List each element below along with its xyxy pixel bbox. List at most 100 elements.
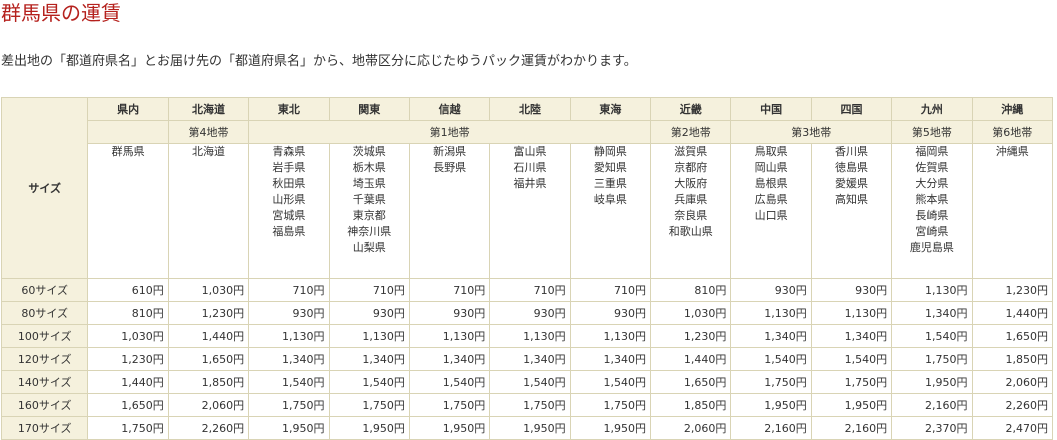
price-cell: 1,440円 bbox=[971, 301, 1054, 325]
zone-header: 第1地帯 bbox=[248, 120, 652, 144]
price-cell: 710円 bbox=[569, 278, 652, 302]
prefecture-name: 群馬県 bbox=[111, 145, 145, 158]
prefecture-name: 大阪府 bbox=[674, 177, 708, 190]
price-cell: 930円 bbox=[489, 301, 571, 325]
price-cell: 2,160円 bbox=[730, 416, 812, 440]
prefecture-name: 長崎県 bbox=[915, 209, 949, 222]
price-cell: 1,130円 bbox=[408, 324, 491, 348]
price-cell: 1,850円 bbox=[650, 393, 732, 417]
prefecture-name: 富山県 bbox=[513, 145, 547, 158]
prefecture-name: 島根県 bbox=[754, 177, 788, 190]
price-cell: 1,340円 bbox=[248, 347, 330, 371]
price-cell: 1,650円 bbox=[167, 347, 250, 371]
price-cell: 810円 bbox=[650, 278, 732, 302]
price-cell: 1,130円 bbox=[328, 324, 410, 348]
prefecture-row: 群馬県 北海道 青森県 岩手県 秋田県 山形県 宮城県 福島県 茨城県 栃木県 埼玉県 千葉県 東京都神… bbox=[2, 143, 1054, 279]
prefecture-name: 長野県 bbox=[433, 161, 467, 174]
price-cell: 1,750円 bbox=[87, 416, 169, 440]
region-header: 沖縄 bbox=[971, 97, 1054, 121]
prefecture-list: 沖縄県 bbox=[971, 143, 1054, 279]
price-cell: 1,130円 bbox=[810, 301, 893, 325]
price-cell: 1,540円 bbox=[328, 370, 410, 394]
prefecture-name: 青森県 bbox=[272, 145, 306, 158]
prefecture-name: 栃木県 bbox=[352, 161, 386, 174]
price-cell: 1,750円 bbox=[489, 393, 571, 417]
price-cell: 1,340円 bbox=[569, 347, 652, 371]
price-cell: 2,060円 bbox=[167, 393, 250, 417]
price-cell: 2,260円 bbox=[971, 393, 1054, 417]
prefecture-name: 神奈川県 bbox=[347, 225, 392, 238]
price-cell: 1,750円 bbox=[810, 370, 893, 394]
price-cell: 810円 bbox=[87, 301, 169, 325]
rate-table-header: サイズ 県内 北海道 東北 関東 信越 北陸 東海 近畿 中国 四国 九州 沖縄 第4地帯 第1地帯 第2… bbox=[0, 97, 1054, 279]
price-cell: 1,950円 bbox=[408, 416, 491, 440]
zone-header: 第5地帯 bbox=[891, 120, 973, 144]
page-title: 群馬県の運賃 bbox=[1, 1, 121, 25]
price-cell: 1,130円 bbox=[489, 324, 571, 348]
region-header: 四国 bbox=[810, 97, 893, 121]
prefecture-name: 三重県 bbox=[593, 177, 627, 190]
prefecture-list: 滋賀県 京都府 大阪府 兵庫県 奈良県 和歌山県 bbox=[650, 143, 732, 279]
price-cell: 1,230円 bbox=[87, 347, 169, 371]
price-cell: 1,030円 bbox=[650, 301, 732, 325]
prefecture-name: 秋田県 bbox=[272, 177, 306, 190]
size-row: 160サイズ 1,650円 2,060円 1,750円 1,750円 1,750円 1,75… bbox=[0, 393, 1054, 417]
prefecture-name: 香川県 bbox=[834, 145, 868, 158]
region-header: 北海道 bbox=[167, 97, 250, 121]
region-header: 中国 bbox=[730, 97, 812, 121]
prefecture-name: 福島県 bbox=[272, 225, 306, 238]
prefecture-name: 山形県 bbox=[272, 193, 306, 206]
price-cell: 1,230円 bbox=[167, 301, 250, 325]
price-cell: 1,950円 bbox=[730, 393, 812, 417]
prefecture-name: 東京都 bbox=[352, 209, 386, 222]
price-cell: 1,340円 bbox=[730, 324, 812, 348]
prefecture-name: 北海道 bbox=[191, 145, 225, 158]
prefecture-name: 宮崎県 bbox=[915, 225, 949, 238]
prefecture-list: 静岡県 愛知県 三重県 岐阜県 bbox=[569, 143, 652, 279]
prefecture-name: 京都府 bbox=[674, 161, 708, 174]
price-cell: 1,850円 bbox=[971, 347, 1054, 371]
price-cell: 1,540円 bbox=[569, 370, 652, 394]
size-row: 80サイズ 810円 1,230円 930円 930円 930円 930円 930円 1,030… bbox=[0, 301, 1054, 325]
price-cell: 1,750円 bbox=[328, 393, 410, 417]
price-cell: 1,340円 bbox=[408, 347, 491, 371]
price-cell: 1,750円 bbox=[891, 347, 973, 371]
prefecture-name: 千葉県 bbox=[352, 193, 386, 206]
price-cell: 2,370円 bbox=[891, 416, 973, 440]
price-cell: 1,540円 bbox=[810, 347, 893, 371]
price-cell: 1,950円 bbox=[810, 393, 893, 417]
prefecture-name: 佐賀県 bbox=[915, 161, 949, 174]
price-cell: 1,750円 bbox=[569, 393, 652, 417]
price-cell: 1,750円 bbox=[408, 393, 491, 417]
size-label: 120サイズ bbox=[0, 347, 89, 371]
prefecture-name: 岩手県 bbox=[272, 161, 306, 174]
price-cell: 930円 bbox=[730, 278, 812, 302]
prefecture-name: 滋賀県 bbox=[674, 145, 708, 158]
price-cell: 1,950円 bbox=[569, 416, 652, 440]
price-cell: 930円 bbox=[810, 278, 893, 302]
price-cell: 1,540円 bbox=[248, 370, 330, 394]
prefecture-name: 徳島県 bbox=[834, 161, 868, 174]
price-cell: 1,130円 bbox=[569, 324, 652, 348]
price-cell: 1,340円 bbox=[810, 324, 893, 348]
price-cell: 1,950円 bbox=[248, 416, 330, 440]
prefecture-name: 岐阜県 bbox=[593, 193, 627, 206]
price-cell: 1,030円 bbox=[87, 324, 169, 348]
prefecture-name: 愛媛県 bbox=[834, 177, 868, 190]
size-row: 120サイズ 1,230円 1,650円 1,340円 1,340円 1,340円 1,34… bbox=[0, 347, 1054, 371]
size-row: 100サイズ 1,030円 1,440円 1,130円 1,130円 1,130円 1,13… bbox=[0, 324, 1054, 348]
price-cell: 1,540円 bbox=[891, 324, 973, 348]
price-cell: 1,650円 bbox=[650, 370, 732, 394]
price-cell: 610円 bbox=[87, 278, 169, 302]
prefecture-name: 熊本県 bbox=[915, 193, 949, 206]
price-cell: 930円 bbox=[248, 301, 330, 325]
price-cell: 710円 bbox=[408, 278, 491, 302]
size-label: 60サイズ bbox=[0, 278, 89, 302]
prefecture-name: 石川県 bbox=[513, 161, 547, 174]
price-cell: 1,230円 bbox=[650, 324, 732, 348]
price-cell: 1,230円 bbox=[971, 278, 1054, 302]
zone-header bbox=[87, 120, 169, 144]
region-header-row: サイズ 県内 北海道 東北 関東 信越 北陸 東海 近畿 中国 四国 九州 沖縄 bbox=[0, 97, 1054, 279]
prefecture-name: 和歌山県 bbox=[668, 225, 713, 238]
prefecture-name: 埼玉県 bbox=[352, 177, 386, 190]
